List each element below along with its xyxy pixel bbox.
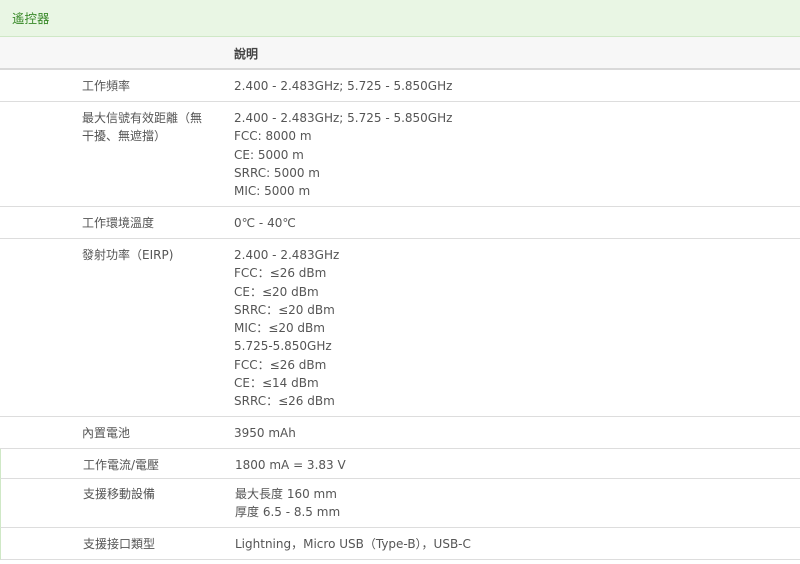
- spec-row-supported-ports: 支援接口類型 Lightning，Micro USB（Type-B），USB-C: [0, 528, 800, 560]
- value-line: FCC: 8000 m: [234, 129, 312, 144]
- label-line: 工作頻率: [82, 79, 131, 93]
- label-line: 支援移動設備: [83, 487, 156, 501]
- spec-row-operating-frequency: 工作頻率 2.400 - 2.483GHz; 5.725 - 5.850GHz: [0, 70, 800, 102]
- value-line: 2.400 - 2.483GHz; 5.725 - 5.850GHz: [234, 79, 453, 93]
- value-line: CE: 5000 m: [234, 147, 304, 162]
- label-line: 最大信號有效距離（無: [82, 111, 203, 125]
- value-line: 2.400 - 2.483GHz; 5.725 - 5.850GHz: [234, 111, 453, 125]
- spec-label: 工作頻率: [82, 77, 222, 95]
- spec-value: 1800 mA = 3.83 V: [235, 456, 346, 474]
- label-line: 發射功率（EIRP): [82, 248, 174, 262]
- value-line: CE：≤14 dBm: [234, 376, 319, 391]
- spec-label: 發射功率（EIRP): [82, 246, 222, 264]
- spec-label: 支援移動設備: [83, 485, 223, 503]
- table-header-row: 說明: [0, 37, 800, 70]
- value-line: 2.400 - 2.483GHz: [234, 248, 340, 262]
- value-line: Lightning，Micro USB（Type-B），USB-C: [235, 537, 471, 551]
- label-line: 工作電流/電壓: [83, 458, 160, 472]
- value-line: CE：≤20 dBm: [234, 284, 319, 299]
- value-line: 最大長度 160 mm: [235, 487, 337, 501]
- spec-label: 支援接口類型: [83, 535, 223, 553]
- spec-label: 工作電流/電壓: [83, 456, 223, 474]
- spec-label: 內置電池: [82, 424, 222, 442]
- spec-value: 3950 mAh: [234, 424, 296, 442]
- value-line: SRRC: 5000 m: [234, 165, 320, 180]
- value-line: MIC: 5000 m: [234, 184, 311, 199]
- value-line: 0℃ - 40℃: [234, 216, 296, 230]
- spec-row-max-range: 最大信號有效距離（無 干擾、無遮擋） 2.400 - 2.483GHz; 5.7…: [0, 102, 800, 207]
- value-line: 3950 mAh: [234, 426, 296, 440]
- value-line: 5.725-5.850GHz: [234, 339, 332, 354]
- spec-page: 遙控器 說明 工作頻率 2.400 - 2.483GHz; 5.725 - 5.…: [0, 0, 800, 564]
- value-line: SRRC：≤20 dBm: [234, 302, 335, 317]
- value-line: FCC：≤26 dBm: [234, 266, 327, 281]
- spec-value: 2.400 - 2.483GHz; 5.725 - 5.850GHz: [234, 77, 452, 95]
- spec-row-current-voltage: 工作電流/電壓 1800 mA = 3.83 V: [0, 449, 800, 479]
- value-line: SRRC：≤26 dBm: [234, 394, 335, 409]
- value-line: FCC：≤26 dBm: [234, 357, 327, 372]
- value-line: 1800 mA = 3.83 V: [235, 458, 346, 472]
- spec-label: 工作環境溫度: [82, 214, 222, 232]
- label-line: 干擾、無遮擋）: [82, 129, 167, 144]
- label-line: 內置電池: [82, 426, 131, 440]
- spec-row-transmitter-power: 發射功率（EIRP) 2.400 - 2.483GHz FCC：≤26 dBm …: [0, 239, 800, 417]
- spec-row-operating-temperature: 工作環境溫度 0℃ - 40℃: [0, 207, 800, 239]
- spec-value: 2.400 - 2.483GHz FCC：≤26 dBm CE：≤20 dBm …: [234, 246, 339, 411]
- spec-label: 最大信號有效距離（無 干擾、無遮擋）: [82, 109, 222, 146]
- value-line: MIC：≤20 dBm: [234, 321, 325, 336]
- label-line: 支援接口類型: [83, 537, 156, 551]
- section-title: 遙控器: [12, 11, 50, 26]
- spec-row-supported-devices: 支援移動設備 最大長度 160 mm 厚度 6.5 - 8.5 mm: [0, 479, 800, 528]
- spec-row-battery: 內置電池 3950 mAh: [0, 417, 800, 449]
- spec-value: 2.400 - 2.483GHz; 5.725 - 5.850GHz FCC: …: [234, 109, 452, 200]
- spec-value: Lightning，Micro USB（Type-B），USB-C: [235, 535, 471, 553]
- section-header: 遙控器: [0, 0, 800, 37]
- column-header-description: 說明: [234, 47, 259, 61]
- spec-value: 最大長度 160 mm 厚度 6.5 - 8.5 mm: [235, 485, 340, 522]
- spec-value: 0℃ - 40℃: [234, 214, 296, 232]
- label-line: 工作環境溫度: [82, 216, 155, 230]
- value-line: 厚度 6.5 - 8.5 mm: [235, 505, 341, 520]
